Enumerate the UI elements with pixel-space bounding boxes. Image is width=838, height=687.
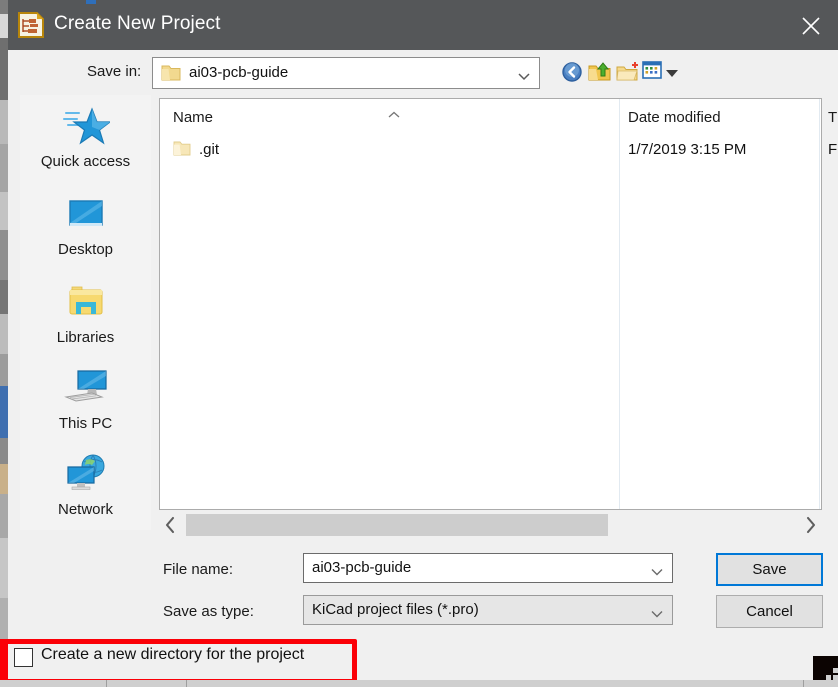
file-name-value: ai03-pcb-guide: [312, 559, 412, 576]
up-folder-icon[interactable]: [588, 60, 612, 84]
sidebar-item-label: Network: [57, 501, 113, 518]
network-globe-icon: [62, 453, 110, 497]
back-arrow-icon[interactable]: [560, 60, 584, 84]
view-menu-chevron-down-icon[interactable]: [665, 66, 679, 78]
chevron-down-icon[interactable]: [517, 69, 531, 87]
column-header-date-modified[interactable]: Date modified: [628, 109, 721, 126]
sidebar-item-network[interactable]: Network: [20, 453, 151, 518]
places-sidebar: Quick access Desktop Libraries This PC N…: [20, 95, 151, 530]
background-window-sliver: [0, 0, 8, 687]
chevron-down-icon[interactable]: [650, 606, 664, 624]
star-icon: [62, 105, 112, 149]
window-bottom-edge: [0, 680, 838, 687]
sidebar-item-quick-access[interactable]: Quick access: [20, 105, 151, 170]
sort-ascending-icon: [386, 107, 402, 125]
save-in-value: ai03-pcb-guide: [189, 64, 289, 81]
create-new-project-dialog: Create New Project Save in: ai03-pcb-gui…: [8, 0, 838, 687]
sidebar-item-label: Libraries: [56, 329, 115, 346]
file-name-label: File name:: [163, 561, 234, 578]
close-button[interactable]: [784, 0, 838, 50]
file-list-panel[interactable]: Name Date modified T .git 1/7/2019 3:15 …: [159, 98, 837, 510]
file-row-date-modified: 1/7/2019 3:15 PM: [628, 141, 747, 158]
save-button[interactable]: Save: [716, 553, 823, 586]
column-header-type[interactable]: T: [828, 109, 837, 126]
sidebar-item-label: Desktop: [57, 241, 114, 258]
titlebar-accent-mark: [86, 0, 96, 4]
sidebar-item-this-pc[interactable]: This PC: [20, 367, 151, 432]
save-in-label: Save in:: [87, 63, 142, 80]
view-tiles-icon[interactable]: [642, 60, 662, 84]
column-divider[interactable]: [819, 99, 820, 509]
monitor-icon: [62, 193, 110, 237]
column-header-name[interactable]: Name: [173, 109, 213, 126]
sidebar-item-label: This PC: [58, 415, 113, 432]
libraries-folder-icon: [62, 281, 110, 325]
create-directory-label: Create a new directory for the project: [41, 646, 305, 663]
chevron-down-icon[interactable]: [650, 564, 664, 582]
save-in-combobox[interactable]: ai03-pcb-guide: [152, 57, 540, 89]
title-bar: Create New Project: [8, 0, 838, 50]
scrollbar-thumb[interactable]: [186, 514, 608, 536]
save-as-type-label: Save as type:: [163, 603, 254, 620]
scroll-left-button[interactable]: [160, 512, 182, 538]
horizontal-scrollbar[interactable]: [160, 512, 821, 538]
file-name-input[interactable]: ai03-pcb-guide: [303, 553, 673, 583]
file-row-name[interactable]: .git: [199, 141, 219, 158]
new-folder-icon[interactable]: [616, 60, 640, 84]
page-title: Create New Project: [54, 13, 221, 34]
scroll-right-button[interactable]: [799, 512, 821, 538]
folder-icon: [173, 140, 191, 163]
sidebar-item-libraries[interactable]: Libraries: [20, 281, 151, 346]
computer-icon: [62, 367, 110, 411]
kicad-project-icon: [18, 12, 44, 38]
save-as-type-value: KiCad project files (*.pro): [312, 601, 479, 618]
sidebar-item-desktop[interactable]: Desktop: [20, 193, 151, 258]
file-row-type: F: [828, 141, 838, 158]
column-divider[interactable]: [619, 99, 620, 509]
folder-icon: [161, 64, 181, 87]
checkbox-box[interactable]: [14, 648, 33, 667]
save-as-type-select[interactable]: KiCad project files (*.pro): [303, 595, 673, 625]
sidebar-item-label: Quick access: [40, 153, 131, 170]
cancel-button[interactable]: Cancel: [716, 595, 823, 628]
